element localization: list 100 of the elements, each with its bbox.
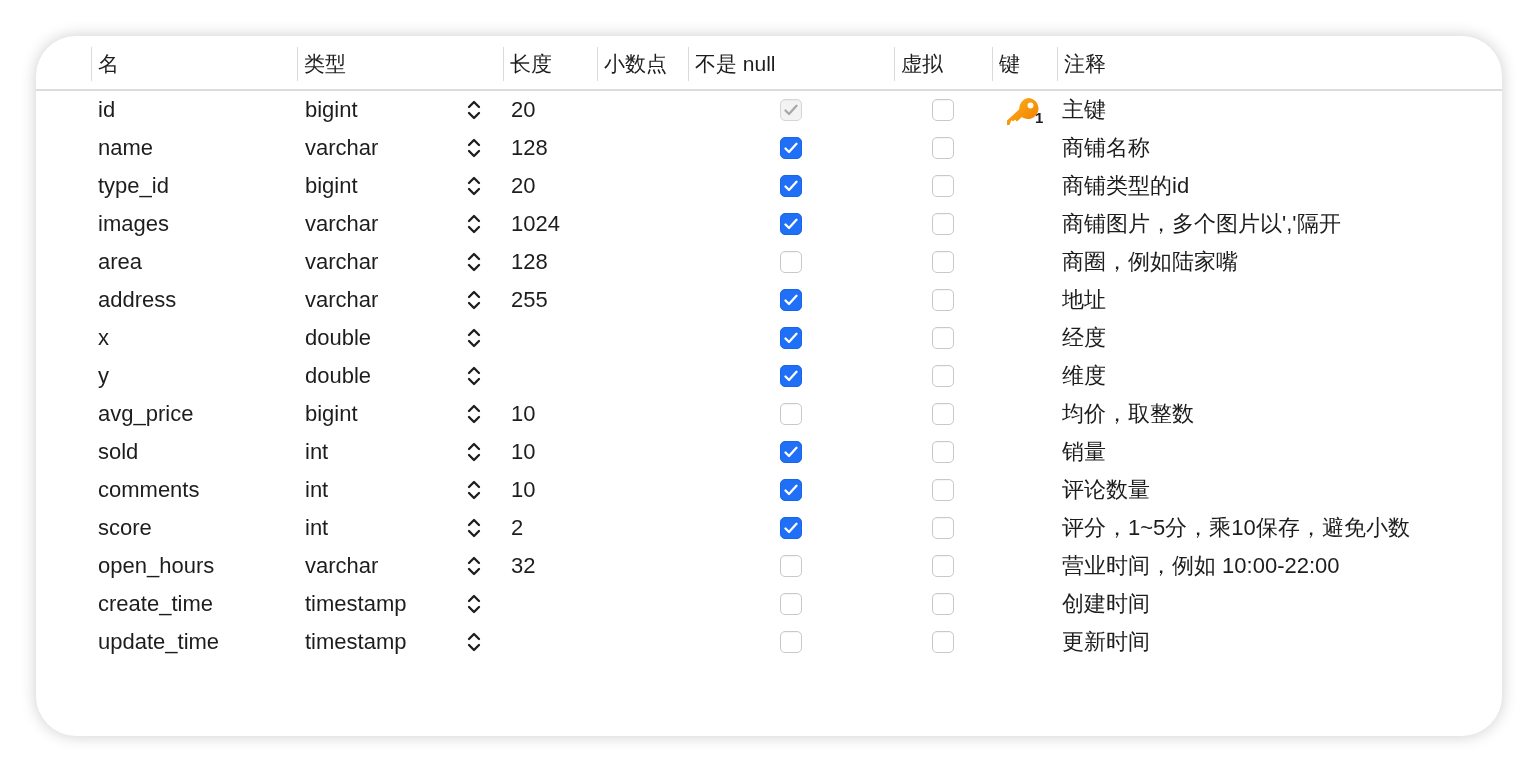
checkbox[interactable] (932, 289, 954, 311)
checkbox[interactable] (780, 137, 802, 159)
field-name-cell-text: address (97, 287, 177, 313)
type-select[interactable]: bigint (305, 97, 482, 123)
checkbox[interactable] (932, 251, 954, 273)
checkbox[interactable] (780, 631, 802, 653)
comment-cell-text: 创建时间 (1061, 590, 1150, 618)
checkbox[interactable] (932, 213, 954, 235)
checkbox[interactable] (780, 365, 802, 387)
chevron-up-down-icon (466, 250, 482, 274)
type-select[interactable]: timestamp (305, 591, 482, 617)
field-name-cell-text: open_hours (97, 553, 215, 579)
checkbox[interactable] (780, 289, 802, 311)
length-cell-text: 20 (510, 173, 536, 199)
checkbox[interactable] (780, 251, 802, 273)
checkbox[interactable] (932, 593, 954, 615)
length-cell-text: 255 (510, 287, 548, 313)
field-name-cell-text: x (97, 325, 109, 351)
column-header: 名 (91, 46, 297, 81)
type-select[interactable]: bigint (305, 173, 482, 199)
type-select[interactable]: int (305, 515, 482, 541)
field-name-cell-text: comments (97, 477, 200, 503)
checkbox[interactable] (932, 631, 954, 653)
type-select[interactable]: timestamp (305, 629, 482, 655)
checkbox[interactable] (780, 555, 802, 577)
field-name-cell-text: score (97, 515, 152, 541)
comment-cell-text: 商圈，例如陆家嘴 (1061, 248, 1238, 276)
checkbox[interactable] (780, 327, 802, 349)
chevron-up-down-icon (466, 440, 482, 464)
length-cell-text: 2 (510, 515, 524, 541)
comment-cell-text: 维度 (1061, 362, 1106, 390)
field-name-cell-text: update_time (97, 629, 220, 655)
column-header: 键 (992, 46, 1057, 81)
checkbox[interactable] (932, 99, 954, 121)
type-select[interactable]: varchar (305, 553, 482, 579)
checkbox[interactable] (932, 555, 954, 577)
checkbox[interactable] (932, 175, 954, 197)
comment-cell-text: 商铺图片，多个图片以','隔开 (1061, 210, 1341, 238)
key-order-number: 1 (1035, 110, 1044, 125)
type-select[interactable]: int (305, 439, 482, 465)
chevron-up-down-icon (466, 478, 482, 502)
length-cell-text: 10 (510, 439, 536, 465)
check-icon (784, 218, 798, 230)
length-cell-text: 10 (510, 477, 536, 503)
length-cell-text: 128 (510, 135, 548, 161)
check-icon (784, 522, 798, 534)
check-icon (784, 484, 798, 496)
field-name-cell-text: sold (97, 439, 139, 465)
type-select[interactable]: varchar (305, 287, 482, 313)
checkbox[interactable] (780, 213, 802, 235)
chevron-up-down-icon (466, 98, 482, 122)
length-cell-text: 1024 (510, 211, 560, 237)
comment-cell-text: 经度 (1061, 324, 1106, 352)
comment-cell-text: 地址 (1061, 286, 1106, 314)
length-cell-text: 10 (510, 401, 536, 427)
chevron-up-down-icon (466, 212, 482, 236)
check-icon (784, 332, 798, 344)
type-select[interactable]: double (305, 325, 482, 351)
type-select[interactable]: varchar (305, 249, 482, 275)
field-name-cell-text: create_time (97, 591, 213, 617)
checkbox[interactable] (780, 517, 802, 539)
field-name-cell-text: avg_price (97, 401, 194, 427)
column-header: 小数点 (597, 46, 688, 81)
checkbox[interactable] (780, 441, 802, 463)
chevron-up-down-icon (466, 592, 482, 616)
type-select[interactable]: double (305, 363, 482, 389)
type-select[interactable]: int (305, 477, 482, 503)
check-icon (784, 370, 798, 382)
field-name-cell-text: area (97, 249, 143, 275)
check-icon (784, 104, 798, 116)
chevron-up-down-icon (466, 630, 482, 654)
checkbox[interactable] (932, 403, 954, 425)
chevron-up-down-icon (466, 326, 482, 350)
length-cell-text: 20 (510, 97, 536, 123)
checkbox[interactable] (932, 441, 954, 463)
chevron-up-down-icon (466, 136, 482, 160)
comment-cell-text: 评论数量 (1061, 476, 1150, 504)
checkbox[interactable] (780, 479, 802, 501)
checkbox[interactable] (932, 137, 954, 159)
comment-cell-text: 销量 (1061, 438, 1106, 466)
type-select[interactable]: varchar (305, 135, 482, 161)
checkbox[interactable] (932, 365, 954, 387)
checkbox[interactable] (780, 593, 802, 615)
column-header: 注释 (1057, 46, 1502, 81)
chevron-up-down-icon (466, 402, 482, 426)
chevron-up-down-icon (466, 516, 482, 540)
checkbox[interactable] (932, 517, 954, 539)
checkbox[interactable] (932, 479, 954, 501)
check-icon (784, 294, 798, 306)
checkbox[interactable] (780, 403, 802, 425)
type-select[interactable]: varchar (305, 211, 482, 237)
checkbox[interactable] (932, 327, 954, 349)
chevron-up-down-icon (466, 554, 482, 578)
checkbox[interactable] (780, 175, 802, 197)
field-name-cell-text: y (97, 363, 109, 389)
field-name-cell-text: id (97, 97, 116, 123)
field-name-cell-text: name (97, 135, 154, 161)
column-header: 类型 (297, 46, 503, 81)
column-header: 不是 null (688, 46, 894, 81)
type-select[interactable]: bigint (305, 401, 482, 427)
